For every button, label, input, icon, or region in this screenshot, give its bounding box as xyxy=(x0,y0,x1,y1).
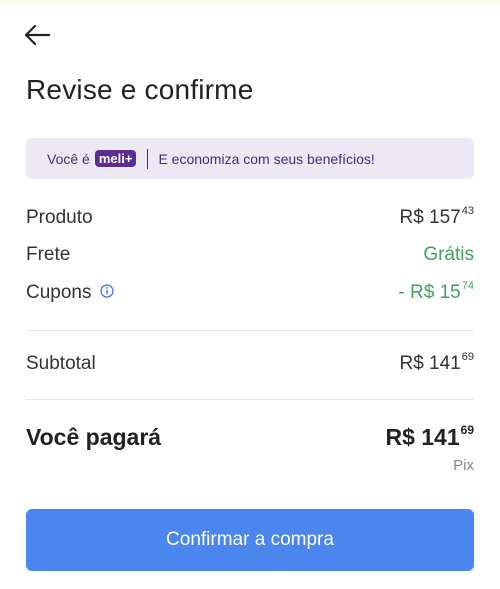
banner-separator xyxy=(147,148,149,169)
total-row: Você pagará R$ 14169 xyxy=(26,423,474,451)
banner-message: E economiza com seus benefícios! xyxy=(158,150,375,167)
frete-value: Grátis xyxy=(423,244,474,265)
subtotal-label: Subtotal xyxy=(26,353,96,374)
confirm-purchase-button[interactable]: Confirmar a compra xyxy=(26,509,474,571)
produto-row: Produto R$ 15743 xyxy=(26,205,474,229)
arrow-left-icon xyxy=(22,23,52,52)
cupons-label-group: Cupons xyxy=(26,282,114,304)
page-title: Revise e confirme xyxy=(26,74,254,105)
top-edge xyxy=(0,0,500,3)
frete-row: Frete Grátis xyxy=(26,244,474,266)
meli-plus-badge: meli+ xyxy=(94,150,137,167)
total-label: Você pagará xyxy=(26,424,162,450)
info-icon[interactable] xyxy=(99,284,114,298)
divider xyxy=(26,330,474,331)
back-button[interactable] xyxy=(20,20,54,54)
subtotal-price: R$ 14169 xyxy=(399,351,474,374)
cupons-row: Cupons - R$ 1574 xyxy=(26,280,474,304)
produto-label: Produto xyxy=(26,207,93,228)
produto-price: R$ 15743 xyxy=(399,205,474,228)
cupons-label: Cupons xyxy=(26,282,92,303)
cupons-discount: - R$ 1574 xyxy=(398,280,474,303)
total-price: R$ 14169 xyxy=(385,423,474,450)
frete-label: Frete xyxy=(26,244,71,265)
payment-method: Pix xyxy=(453,457,474,474)
divider xyxy=(26,399,474,400)
meli-plus-banner: Você é meli+ E economiza com seus benefí… xyxy=(26,138,474,179)
subtotal-row: Subtotal R$ 14169 xyxy=(26,351,474,375)
banner-prefix: Você é xyxy=(47,150,90,167)
